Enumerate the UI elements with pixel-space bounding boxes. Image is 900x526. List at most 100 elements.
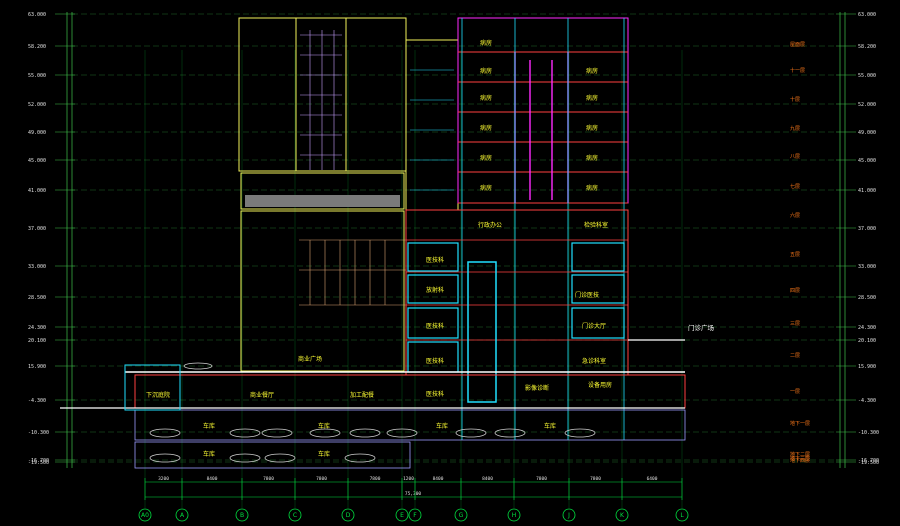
axis-label: G — [459, 512, 464, 519]
room-label: 加工配餐 — [350, 391, 374, 399]
level-value-left: 41.000 — [28, 188, 46, 194]
level-value-right: -19.500 — [858, 460, 879, 466]
level-value-left: 20.100 — [28, 338, 46, 344]
room-label: 车库 — [203, 450, 215, 458]
level-value-right: -10.300 — [858, 430, 879, 436]
room-label: 下沉庭院 — [146, 391, 170, 399]
room-label: 病房 — [586, 124, 598, 132]
level-value-left: 37.000 — [28, 226, 46, 232]
floor-note: 八层 — [790, 154, 800, 160]
dimension-value: 1200 — [403, 476, 414, 482]
room-label: 车库 — [436, 422, 448, 430]
room-label: 车库 — [318, 422, 330, 430]
floor-note: 九层 — [790, 125, 800, 132]
room-label: 车库 — [544, 422, 556, 430]
room-label: 病房 — [480, 124, 492, 132]
room-label: 设备用房 — [588, 381, 612, 389]
floor-note: 七层 — [790, 183, 800, 190]
floor-note: 六层 — [790, 212, 800, 219]
room-label: 医技科 — [426, 357, 444, 365]
room-label: 门诊医技 — [575, 291, 599, 299]
room-label: 行政办公 — [478, 221, 502, 229]
axis-label: J — [567, 512, 570, 519]
dimension-value: 6400 — [647, 476, 658, 482]
level-value-right: 52.000 — [858, 102, 876, 108]
level-value-left: 52.000 — [28, 102, 46, 108]
room-label: 车库 — [318, 450, 330, 458]
room-label: 门诊大厅 — [582, 322, 606, 330]
level-value-left: 28.500 — [28, 295, 46, 301]
axis-label: F — [413, 512, 417, 519]
floor-note: 十层 — [790, 96, 800, 103]
room-label: 病房 — [586, 184, 598, 192]
level-value-left: 33.000 — [28, 264, 46, 270]
level-value-left: 63.000 — [28, 12, 46, 18]
room-label: 医技科 — [426, 256, 444, 264]
floor-note: 地下四层 — [790, 457, 810, 464]
axis-label: C — [293, 512, 297, 519]
level-value-right: 33.000 — [858, 264, 876, 270]
axis-label: H — [512, 512, 517, 519]
level-value-left: -10.300 — [28, 430, 49, 436]
dimension-value: 8400 — [207, 476, 218, 482]
level-value-left: 15.900 — [28, 364, 46, 370]
room-label: 病房 — [480, 184, 492, 192]
dimension-value: 7800 — [590, 476, 601, 482]
level-value-right: 63.000 — [858, 12, 876, 18]
floor-note: 一层 — [790, 389, 800, 395]
level-value-right: 45.000 — [858, 158, 876, 164]
dimension-value: 8400 — [433, 476, 444, 482]
level-value-right: 24.300 — [858, 325, 876, 331]
level-value-right: 15.900 — [858, 364, 876, 370]
dimension-value: 7800 — [370, 476, 381, 482]
room-label: 影像诊断 — [525, 384, 549, 392]
room-label: 病房 — [586, 67, 598, 75]
dimension-value: 7800 — [536, 476, 547, 482]
room-label: 商业餐厅 — [250, 391, 274, 399]
section-drawing: 63.000 58.200 55.000 52.000 49.000 45.000 41.0… — [0, 0, 900, 526]
room-label: 病房 — [480, 94, 492, 102]
left-podium-grey — [245, 195, 400, 207]
level-value-right: 49.000 — [858, 130, 876, 136]
room-label: 急诊科室 — [582, 357, 606, 365]
room-label: 放射科 — [426, 286, 444, 294]
dimension-value: 3200 — [158, 476, 169, 482]
dimension-value: 8400 — [482, 476, 493, 482]
level-value-right: 58.200 — [858, 44, 876, 50]
level-value-left: 55.000 — [28, 73, 46, 79]
floor-note: 五层 — [790, 252, 800, 258]
level-value-left: 24.300 — [28, 325, 46, 331]
room-label: 病房 — [586, 94, 598, 102]
floor-note: 三层 — [790, 321, 800, 327]
room-label: 商业广场 — [298, 355, 322, 363]
room-label: 医技科 — [426, 390, 444, 398]
level-value-right: 41.000 — [858, 188, 876, 194]
level-value-right: -4.300 — [858, 398, 876, 404]
room-label: 检验科室 — [584, 221, 608, 229]
room-label: 病房 — [586, 154, 598, 162]
room-label: 医技科 — [426, 322, 444, 330]
dimension-value: 7800 — [263, 476, 274, 482]
level-value-left: -4.300 — [28, 398, 46, 404]
level-value-right: 28.500 — [858, 295, 876, 301]
level-value-right: 55.000 — [858, 73, 876, 79]
level-value-left: 49.000 — [28, 130, 46, 136]
axis-label: D — [346, 512, 351, 519]
floor-note: 二层 — [790, 353, 800, 359]
dimension-total: 75,300 — [405, 491, 422, 497]
floor-note: 屋面层 — [790, 42, 805, 48]
room-label: 病房 — [480, 154, 492, 162]
floor-note: 十一层 — [790, 67, 805, 74]
level-value-left: -19.500 — [28, 460, 49, 466]
dimension-value: 7800 — [316, 476, 327, 482]
axis-label: A0 — [141, 512, 149, 519]
plaza-label: 门诊广场 — [688, 323, 715, 332]
axis-label: B — [240, 512, 244, 519]
level-value-left: 45.000 — [28, 158, 46, 164]
room-label: 病房 — [480, 67, 492, 75]
level-value-left: 58.200 — [28, 44, 46, 50]
room-label: 车库 — [203, 422, 215, 430]
floor-note: 四层 — [790, 288, 800, 294]
level-value-right: 20.100 — [858, 338, 876, 344]
level-value-right: 37.000 — [858, 226, 876, 232]
